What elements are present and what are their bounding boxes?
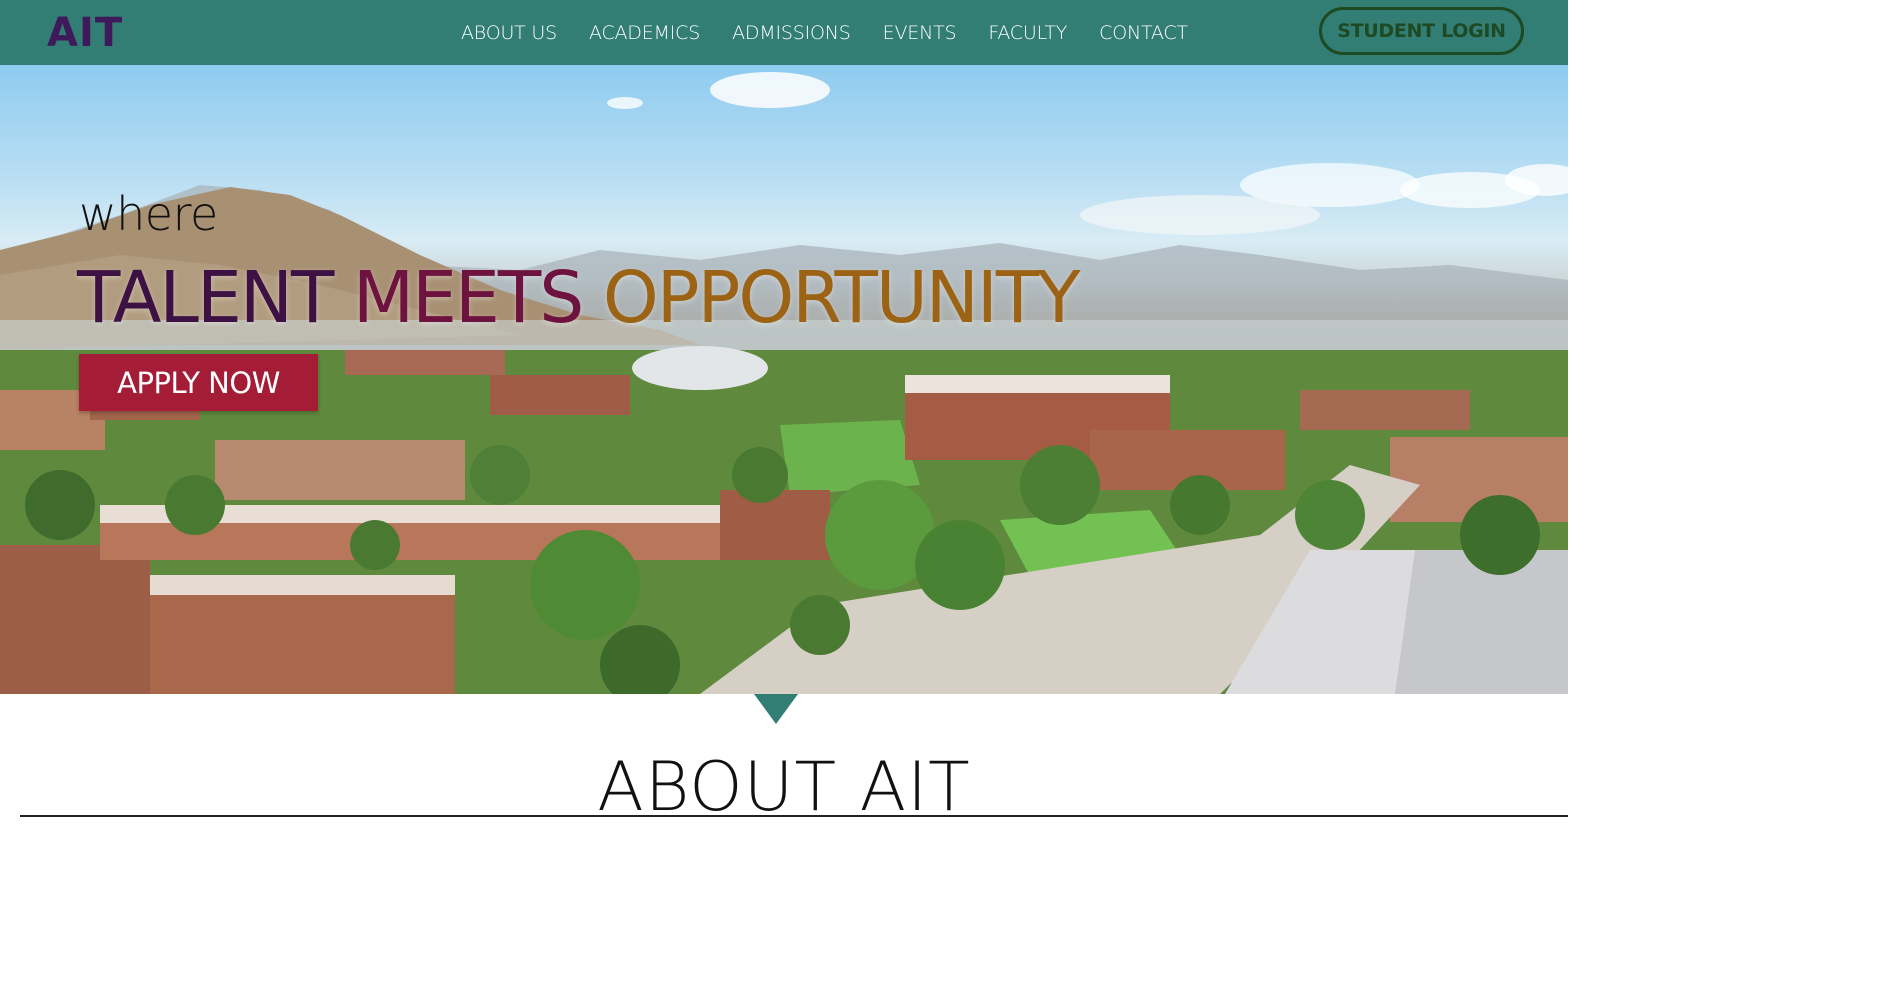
top-navbar: AIT ABOUT US ACADEMICS ADMISSIONS EVENTS… — [0, 0, 1568, 65]
nav-item-events[interactable]: EVENTS — [883, 22, 957, 44]
student-login-button[interactable]: STUDENT LOGIN — [1319, 7, 1524, 55]
nav-item-contact[interactable]: CONTACT — [1099, 22, 1188, 44]
nav-item-academics[interactable]: ACADEMICS — [589, 22, 700, 44]
apply-now-button[interactable]: APPLY NOW — [79, 354, 318, 411]
headline-talent: TALENT — [77, 256, 334, 339]
hero-banner: where TALENT MEETS OPPORTUNITY APPLY NOW — [0, 65, 1568, 694]
nav-item-admissions[interactable]: ADMISSIONS — [732, 22, 851, 44]
nav-item-faculty[interactable]: FACULTY — [988, 22, 1067, 44]
hero-headline: TALENT MEETS OPPORTUNITY — [77, 256, 1081, 339]
headline-meets: MEETS — [352, 256, 584, 339]
site-logo[interactable]: AIT — [47, 10, 123, 56]
section-divider — [20, 815, 1568, 817]
down-triangle-icon[interactable] — [754, 694, 798, 724]
nav-item-about-us[interactable]: ABOUT US — [461, 22, 557, 44]
hero-eyebrow: where — [79, 187, 218, 241]
headline-opportunity: OPPORTUNITY — [602, 256, 1081, 339]
main-nav: ABOUT US ACADEMICS ADMISSIONS EVENTS FAC… — [461, 0, 1220, 65]
